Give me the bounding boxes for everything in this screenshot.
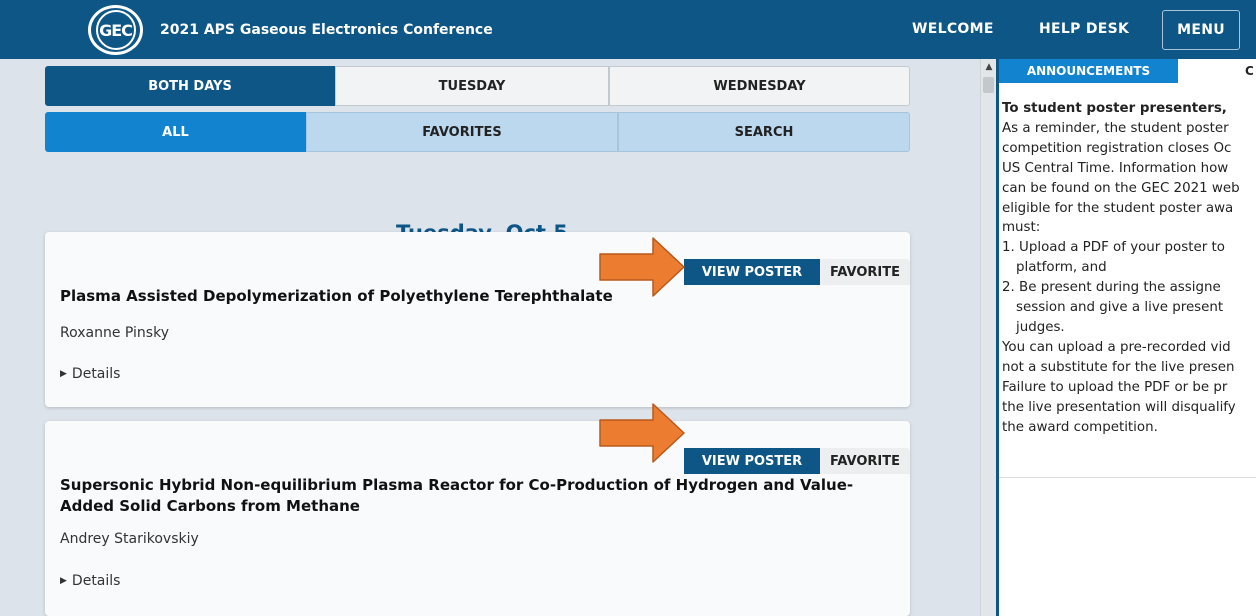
details-label: Details	[71, 573, 121, 589]
card-actions: VIEW POSTER FAVORITE	[684, 259, 910, 285]
announcement-line: As a reminder, the student poster	[1002, 120, 1229, 136]
main-scrollbar[interactable]: ▲	[980, 59, 996, 616]
details-toggle[interactable]: ▶ Details	[60, 573, 120, 589]
orange-arrow-icon	[599, 237, 685, 297]
app-title: 2021 APS Gaseous Electronics Conference	[160, 22, 493, 38]
list-text: Upload a PDF of your poster to	[1019, 240, 1225, 256]
requirements-list: 1. Upload a PDF of your poster to platfor…	[1002, 238, 1256, 338]
list-text: platform, and	[1016, 260, 1107, 276]
favorite-button[interactable]: FAVORITE	[820, 259, 910, 285]
announcement-line: Failure to upload the PDF or be pr	[1002, 379, 1228, 395]
menu-button[interactable]: MENU	[1162, 10, 1240, 50]
side-panel: ANNOUNCEMENTS C To student poster presen…	[996, 59, 1256, 616]
list-item: 1. Upload a PDF of your poster to platfor…	[1002, 238, 1256, 278]
day-tabs: BOTH DAYS TUESDAY WEDNESDAY	[45, 66, 910, 106]
tab-announcements[interactable]: ANNOUNCEMENTS	[999, 59, 1178, 83]
announcement-line: eligible for the student poster awa	[1002, 200, 1234, 216]
announcement-line: the live presentation will disqualify	[1002, 399, 1236, 415]
disclosure-triangle-icon: ▶	[60, 369, 67, 379]
list-number: 2.	[1002, 280, 1015, 296]
list-text: session and give a live present	[1016, 300, 1224, 316]
poster-title: Supersonic Hybrid Non-equilibrium Plasma…	[60, 476, 854, 515]
poster-title: Plasma Assisted Depolymerization of Poly…	[60, 287, 613, 305]
list-text: Be present during the assigne	[1019, 280, 1221, 296]
poster-author: Andrey Starikovskiy	[60, 531, 199, 547]
view-poster-button[interactable]: VIEW POSTER	[684, 259, 820, 285]
tab-search[interactable]: SEARCH	[618, 112, 910, 152]
panel-tabs: ANNOUNCEMENTS C	[999, 59, 1256, 83]
poster-card: VIEW POSTER FAVORITE Supersonic Hybrid N…	[45, 421, 910, 616]
poster-card: VIEW POSTER FAVORITE Plasma Assisted Dep…	[45, 232, 910, 407]
details-label: Details	[71, 366, 121, 382]
view-poster-button[interactable]: VIEW POSTER	[684, 448, 820, 474]
card-actions: VIEW POSTER FAVORITE	[684, 448, 910, 474]
list-item: 2. Be present during the assigne session …	[1002, 278, 1256, 338]
filter-tabs: ALL FAVORITES SEARCH	[45, 112, 910, 152]
orange-arrow-icon	[599, 403, 685, 463]
list-number: 1.	[1002, 240, 1015, 256]
announcement-line: You can upload a pre-recorded vid	[1002, 339, 1231, 355]
tab-favorites[interactable]: FAVORITES	[306, 112, 618, 152]
tab-tuesday[interactable]: TUESDAY	[335, 66, 609, 106]
announcement-line: competition registration closes Oc	[1002, 140, 1232, 156]
gec-logo[interactable]: GEC	[88, 5, 143, 55]
tab-all[interactable]: ALL	[45, 112, 306, 152]
announcement-body: To student poster presenters, As a remin…	[1002, 99, 1256, 437]
tab-wednesday[interactable]: WEDNESDAY	[609, 66, 910, 106]
tab-other[interactable]: C	[1245, 64, 1254, 78]
announcement-line: must:	[1002, 220, 1041, 236]
nav-welcome[interactable]: WELCOME	[912, 21, 994, 37]
announcement-line: can be found on the GEC 2021 web	[1002, 180, 1240, 196]
announcement-line: US Central Time. Information how	[1002, 160, 1229, 176]
logo-text: GEC	[95, 10, 136, 50]
scroll-up-icon[interactable]: ▲	[981, 59, 997, 75]
top-bar: GEC 2021 APS Gaseous Electronics Confere…	[0, 0, 1256, 59]
nav-help-desk[interactable]: HELP DESK	[1039, 21, 1129, 37]
details-toggle[interactable]: ▶ Details	[60, 366, 120, 382]
divider	[999, 477, 1256, 478]
announcement-line: the award competition.	[1002, 419, 1158, 435]
poster-author: Roxanne Pinsky	[60, 325, 169, 341]
list-text: judges.	[1016, 319, 1065, 335]
announcement-line: not a substitute for the live presen	[1002, 359, 1235, 375]
favorite-button[interactable]: FAVORITE	[820, 448, 910, 474]
scroll-thumb[interactable]	[983, 77, 994, 93]
disclosure-triangle-icon: ▶	[60, 576, 67, 586]
announcement-title: To student poster presenters,	[1002, 101, 1227, 116]
tab-both-days[interactable]: BOTH DAYS	[45, 66, 335, 106]
